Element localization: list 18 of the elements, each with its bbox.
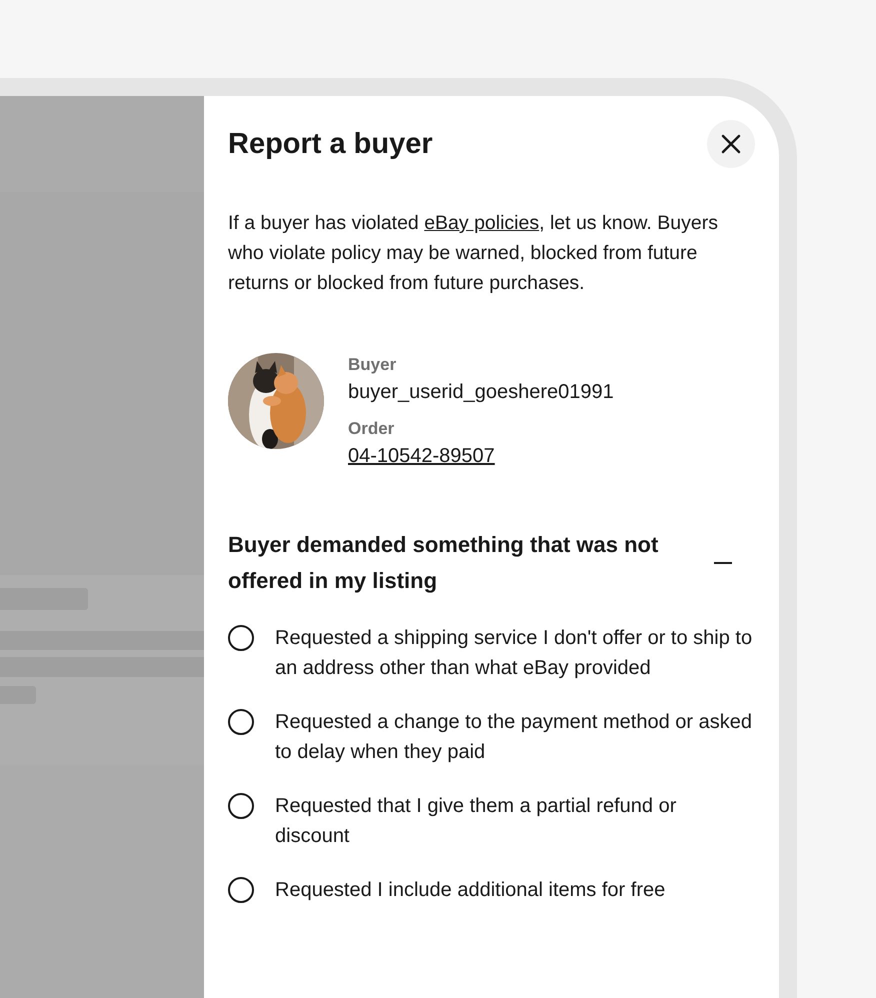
buyer-label: Buyer bbox=[348, 354, 398, 376]
dialog-title: Report a buyer bbox=[228, 128, 433, 160]
option-label: Requested a change to the payment method or asked to delay when they paid bbox=[275, 710, 753, 765]
radio-button[interactable] bbox=[228, 877, 254, 903]
option-label: Requested I include additional items for free bbox=[275, 878, 666, 903]
radio-button[interactable] bbox=[228, 793, 254, 819]
order-label: Order bbox=[348, 418, 396, 440]
option-label: Requested a shipping service I don't offer or to ship to an address other than what eBay provided bbox=[275, 626, 754, 681]
radio-button[interactable] bbox=[228, 625, 254, 651]
close-button[interactable] bbox=[707, 120, 755, 168]
close-icon bbox=[721, 134, 741, 154]
option-label: Requested that I give them a partial refund or discount bbox=[275, 794, 678, 849]
section-heading: Buyer demanded something that was not offered in my listing bbox=[228, 531, 660, 595]
intro-paragraph: If a buyer has violated eBay policies, let us know. Buyers who violate policy may be warned, blocked from future returns or blocked from future purchases. bbox=[228, 211, 719, 296]
order-number-link[interactable]: 04-10542-89507 bbox=[348, 441, 495, 471]
policies-link[interactable]: eBay policies bbox=[424, 212, 540, 234]
buyer-user-id: buyer_userid_goeshere01991 bbox=[348, 380, 614, 405]
radio-button[interactable] bbox=[228, 709, 254, 735]
